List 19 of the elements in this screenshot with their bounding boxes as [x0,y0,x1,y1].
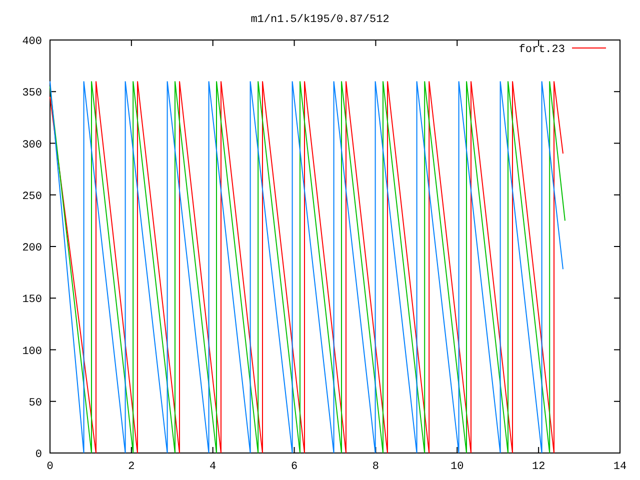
tick-label: 250 [22,190,42,203]
tick-label: 100 [22,346,42,358]
tick-label: 12 [532,461,546,473]
tick-label: 8 [372,461,380,473]
tick-label: 10 [450,461,464,473]
tick-label: 2 [128,461,135,473]
tick-label: 50 [28,397,42,410]
tick-label: 4 [210,461,216,473]
tick-label: 200 [22,242,42,254]
tick-label: 0 [35,449,42,461]
tick-label: 0 [46,461,54,473]
tick-label: 350 [22,88,42,100]
tick-label: 300 [22,139,42,152]
legend-label: fort.23 [518,44,565,56]
tick-label: 14 [613,461,627,473]
tick-label: 400 [22,36,42,48]
chart-title: m1/n1.5/k195/0.87/512 [250,14,390,26]
tick-label: 150 [22,294,42,306]
tick-label: 6 [290,461,298,473]
